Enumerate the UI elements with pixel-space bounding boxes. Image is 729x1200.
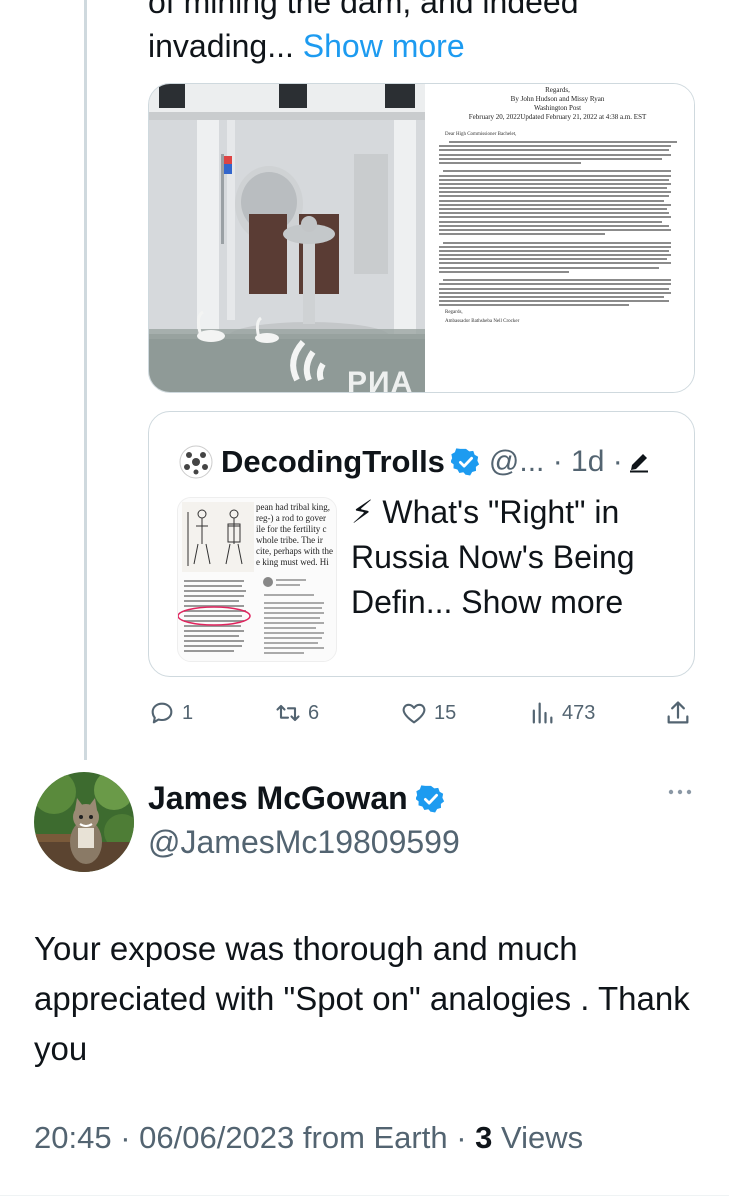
verified-badge-icon	[415, 784, 444, 812]
doc-dateline: February 20, 2022Updated February 21, 20…	[468, 113, 647, 121]
thread-line	[84, 0, 87, 760]
more-options-icon[interactable]	[664, 782, 696, 802]
reply-tweet-text: Your expose was thorough and much apprec…	[34, 930, 690, 1067]
cat-avatar-icon	[34, 772, 134, 872]
like-action[interactable]: 15	[400, 693, 456, 733]
reply-views-label: Views	[501, 1120, 584, 1155]
repost-action[interactable]: 6	[274, 693, 319, 733]
thumbnail-line: pean had tribal king,	[256, 502, 330, 512]
reply-author-handle[interactable]: @JamesMc19809599	[148, 824, 460, 861]
like-count: 15	[434, 701, 457, 724]
thumbnail-line: whole tribe. The ir	[256, 535, 323, 545]
media-document[interactable]: Regards, By John Hudson and Missy Ryan W…	[425, 84, 694, 392]
thumbnail-text-block: pean had tribal king, reg-) a rod to gov…	[256, 502, 333, 568]
reply-author-name[interactable]: James McGowan	[148, 780, 408, 817]
heart-icon	[402, 703, 426, 724]
quote-tweet-text[interactable]: ⚡ What's "Right" in Russia Now's Being D…	[351, 490, 681, 625]
quote-show-more-link[interactable]: Show more	[461, 584, 623, 620]
doc-salutation: Dear High Commissioner Bachelet,	[445, 132, 517, 137]
parent-tweet-text: of mining the dam, and indeed invading..…	[148, 0, 579, 68]
doc-closing: Regards,	[445, 310, 463, 316]
reply-views-count: 3	[475, 1120, 493, 1155]
doc-outlet: Washington Post	[533, 104, 582, 112]
divider	[0, 1195, 729, 1196]
quote-thumbnail[interactable]: pean had tribal king, reg-) a rod to gov…	[177, 497, 337, 662]
doc-byline: By John Hudson and Missy Ryan	[510, 95, 605, 103]
share-action[interactable]	[664, 693, 698, 733]
thumbnail-line: ile for the fertility c	[256, 524, 327, 534]
reply-count: 1	[182, 701, 194, 724]
show-more-link[interactable]: Show more	[303, 28, 465, 64]
photo-watermark: РИА	[347, 366, 414, 392]
parent-tweet-text-clipped: of mining the dam, and indeed	[148, 0, 579, 20]
reply-action[interactable]: 1	[148, 693, 193, 733]
thumbnail-line: reg-) a rod to gover	[256, 513, 326, 523]
quote-author-name[interactable]: DecodingTrolls	[221, 444, 445, 480]
thumbnail-line: cite, perhaps with the	[256, 546, 333, 556]
doc-header-clipped: Regards,	[545, 86, 570, 94]
quote-author-meta: @... · 1d ·	[488, 445, 623, 478]
edited-pencil-icon	[629, 454, 648, 473]
views-action[interactable]: 473	[528, 693, 595, 733]
quote-author-avatar-icon[interactable]	[179, 445, 213, 479]
verified-badge-icon	[450, 448, 480, 476]
views-count: 473	[562, 701, 596, 724]
timestamp-text[interactable]: 20:45 · 06/06/2023 from Earth ·	[34, 1120, 467, 1155]
repost-icon	[276, 704, 300, 722]
quote-tweet-card[interactable]: DecodingTrolls @... · 1d · pean had trib…	[148, 411, 695, 677]
repost-count: 6	[308, 701, 320, 724]
quote-tweet-header: DecodingTrolls @... · 1d ·	[179, 442, 651, 482]
tweet-action-bar: 1 6 15 473	[148, 693, 695, 733]
parent-tweet-text-tail: invading...	[148, 28, 294, 64]
doc-body-lines	[439, 141, 677, 307]
views-chart-icon	[532, 702, 553, 724]
doc-signature: Ambassador Bathsheba Nell Crocker	[445, 319, 520, 325]
reply-author[interactable]: James McGowan	[148, 780, 446, 817]
media-photo[interactable]: РИА	[149, 84, 425, 392]
media-card[interactable]: РИА Regards, By John Hudson and Missy Ry…	[148, 83, 695, 393]
share-icon	[667, 701, 689, 724]
reply-timestamp: 20:45 · 06/06/2023 from Earth · 3 Views	[34, 1120, 583, 1156]
thumbnail-line: e king must wed. Hi	[256, 557, 329, 567]
flooded-building-photo	[149, 84, 425, 392]
avatar[interactable]	[34, 772, 134, 872]
reply-icon	[151, 702, 173, 724]
